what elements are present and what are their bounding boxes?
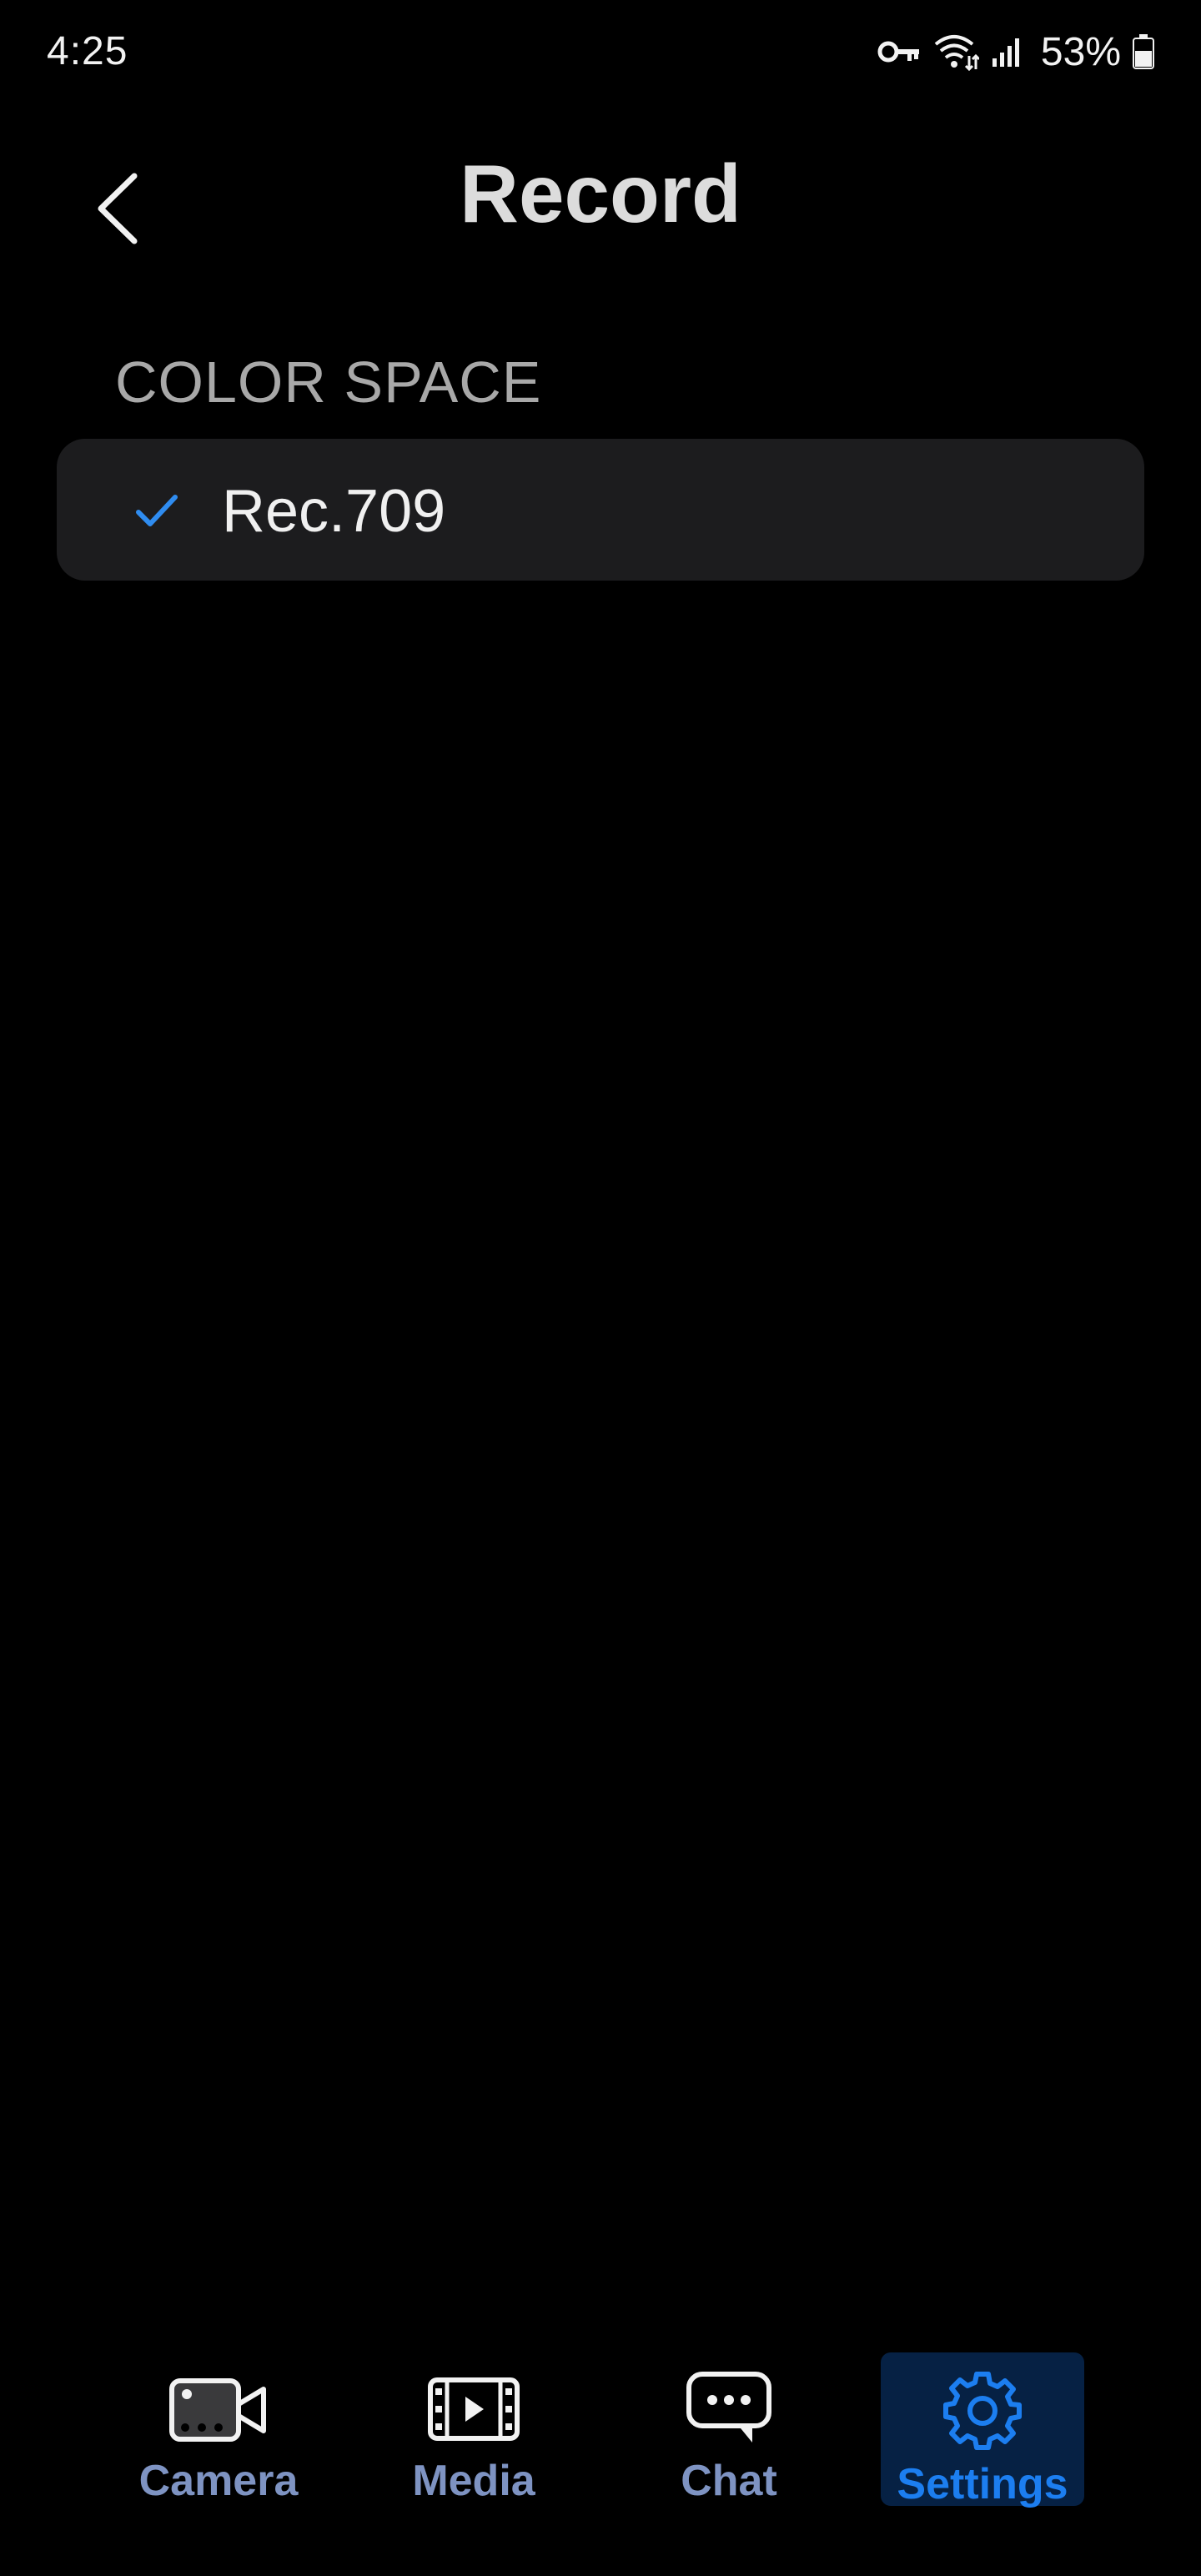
nav-item-media[interactable]: Media [372,2352,575,2506]
nav-label-camera: Camera [138,2457,299,2505]
battery-percent: 53% [1040,29,1121,74]
status-time: 4:25 [47,29,128,73]
chat-bubble-icon [686,2369,772,2449]
gear-icon [941,2369,1024,2453]
video-camera-icon [168,2369,269,2449]
film-play-icon [427,2369,520,2449]
header: Record [0,125,1201,267]
nav-item-camera[interactable]: Camera [117,2352,320,2506]
status-bar: 4:25 53% [0,0,1201,108]
page-title: Record [460,148,741,239]
bottom-nav: Camera Media Chat Settings [0,2336,1201,2519]
option-rec709[interactable]: Rec.709 [57,439,1144,581]
wifi-icon [932,33,979,71]
nav-item-settings[interactable]: Settings [881,2352,1084,2508]
check-icon [133,487,180,534]
vpn-key-icon [877,38,921,66]
screen: 4:25 53% Record COLOR SPACE Rec.709 Came… [0,0,1201,2576]
status-icons: 53% [877,27,1154,77]
nav-item-chat[interactable]: Chat [627,2352,831,2506]
nav-label-settings: Settings [897,2460,1068,2508]
section-label-color-space: COLOR SPACE [115,350,542,415]
option-label: Rec.709 [222,478,446,545]
nav-label-chat: Chat [681,2457,777,2505]
battery-icon [1133,34,1154,69]
nav-label-media: Media [412,2457,535,2505]
signal-icon [991,35,1024,68]
